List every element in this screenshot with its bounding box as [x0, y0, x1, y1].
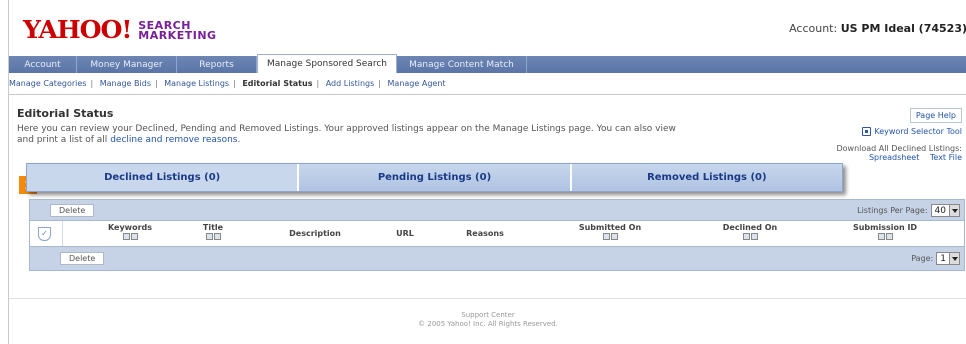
spreadsheet-link[interactable]: Spreadsheet — [869, 153, 919, 162]
tab-reports[interactable]: Reports — [177, 56, 257, 73]
sub-nav: Manage Categories | Manage Bids | Manage L… — [9, 79, 446, 88]
col-declined-on[interactable]: Declined On — [700, 224, 800, 240]
tab-account[interactable]: Account — [9, 56, 77, 73]
tab-money-manager[interactable]: Money Manager — [77, 56, 177, 73]
listings-per-page: Listings Per Page: 40 — [857, 204, 960, 217]
select-all-checkbox[interactable]: ✓ — [38, 227, 51, 241]
sort-up-icon[interactable] — [877, 233, 885, 240]
sort-up-icon[interactable] — [205, 233, 213, 240]
sort-down-icon[interactable] — [750, 233, 758, 240]
col-title-label: Title — [202, 223, 224, 232]
subnav-manage-bids[interactable]: Manage Bids — [100, 79, 151, 88]
download-label: Download All Declined Listings: — [836, 144, 962, 153]
tab-removed-listings[interactable]: Removed Listings (0) — [571, 164, 842, 191]
sort-up-icon[interactable] — [742, 233, 750, 240]
header: YAHOO! SEARCH MARKETING Account: US PM I… — [9, 0, 966, 52]
decline-reasons-link[interactable]: decline and remove reasons — [110, 135, 237, 145]
tab-manage-content-match[interactable]: Manage Content Match — [397, 56, 527, 73]
col-description: Description — [289, 229, 341, 238]
title-sort[interactable] — [188, 233, 238, 240]
col-declined-on-label: Declined On — [722, 223, 778, 232]
logo-product-line2: MARKETING — [138, 29, 217, 42]
logo-product: SEARCH MARKETING — [138, 20, 217, 42]
subnav-manage-listings[interactable]: Manage Listings — [164, 79, 229, 88]
chevron-down-icon — [949, 253, 959, 264]
subnav-manage-categories[interactable]: Manage Categories — [9, 79, 86, 88]
page-value: 1 — [940, 253, 946, 264]
delete-button-bottom[interactable]: Delete — [60, 252, 105, 265]
keywords-sort[interactable] — [90, 233, 170, 240]
tab-manage-sponsored-search[interactable]: Manage Sponsored Search — [257, 54, 397, 73]
declined-sort[interactable] — [700, 233, 800, 240]
subnav-editorial-status: Editorial Status — [242, 79, 313, 88]
listings-per-page-select[interactable]: 40 — [930, 204, 960, 217]
listings-per-page-label: Listings Per Page: — [857, 206, 928, 215]
sort-down-icon[interactable] — [610, 233, 618, 240]
tab-pending-listings[interactable]: Pending Listings (0) — [299, 164, 572, 191]
divider — [9, 94, 966, 95]
listings-per-page-value: 40 — [934, 205, 946, 216]
submission-id-sort[interactable] — [830, 233, 940, 240]
account-label: Account: — [789, 22, 838, 35]
col-keywords[interactable]: Keywords — [90, 224, 170, 240]
col-divider — [62, 221, 63, 246]
submitted-sort[interactable] — [560, 233, 660, 240]
top-nav: Account Money Manager Reports Manage Spo… — [9, 54, 966, 73]
page-label: Page: — [911, 254, 934, 263]
subnav-manage-agent[interactable]: Manage Agent — [388, 79, 446, 88]
sort-down-icon[interactable] — [130, 233, 138, 240]
keyword-selector-tool-link[interactable]: Keyword Selector Tool — [862, 127, 962, 136]
delete-button-top[interactable]: Delete — [50, 204, 95, 217]
support-center-link[interactable]: Support Center — [9, 311, 966, 320]
app-frame: YAHOO! SEARCH MARKETING Account: US PM I… — [8, 0, 966, 344]
col-reasons: Reasons — [466, 229, 504, 238]
logo-brand: YAHOO! — [23, 15, 132, 44]
sort-down-icon[interactable] — [885, 233, 893, 240]
col-keywords-label: Keywords — [107, 223, 153, 232]
account-info: Account: US PM Ideal (74523) — [789, 22, 966, 35]
col-title[interactable]: Title — [188, 224, 238, 240]
col-url: URL — [396, 229, 414, 238]
page-description: Here you can review your Declined, Pendi… — [17, 124, 677, 146]
description-end: . — [237, 135, 241, 145]
download-declined: Download All Declined Listings: Spreadsh… — [836, 144, 962, 162]
col-submitted-on-label: Submitted On — [578, 223, 642, 232]
page-help-button[interactable]: Page Help — [909, 108, 962, 123]
sort-down-icon[interactable] — [213, 233, 221, 240]
footer: Support Center © 2005 Yahoo! Inc. All Ri… — [9, 311, 966, 329]
col-submission-id-label: Submission ID — [852, 223, 918, 232]
table-header: ✓ Keywords Title Description URL Reasons… — [30, 220, 964, 247]
page-title: Editorial Status — [17, 107, 114, 120]
listing-tabs: Declined Listings (0) Pending Listings (… — [26, 163, 843, 192]
page-select[interactable]: 1 — [936, 252, 960, 265]
pagination: Page: 1 — [911, 252, 960, 265]
copyright: © 2005 Yahoo! Inc. All Rights Reserved. — [418, 320, 558, 328]
col-submitted-on[interactable]: Submitted On — [560, 224, 660, 240]
keyword-tool-icon — [862, 127, 872, 136]
keyword-tool-label: Keyword Selector Tool — [874, 127, 962, 136]
text-file-link[interactable]: Text File — [930, 153, 962, 162]
listings-table: Delete Listings Per Page: 40 ✓ Keywords … — [29, 199, 965, 271]
yahoo-search-marketing-logo[interactable]: YAHOO! SEARCH MARKETING — [23, 18, 217, 42]
col-submission-id[interactable]: Submission ID — [830, 224, 940, 240]
subnav-add-listings[interactable]: Add Listings — [326, 79, 375, 88]
account-name: US PM Ideal (74523) — [840, 22, 966, 35]
sort-up-icon[interactable] — [602, 233, 610, 240]
sort-up-icon[interactable] — [122, 233, 130, 240]
footer-divider — [9, 298, 966, 299]
chevron-down-icon — [949, 205, 959, 216]
tab-declined-listings[interactable]: Declined Listings (0) — [27, 164, 300, 191]
